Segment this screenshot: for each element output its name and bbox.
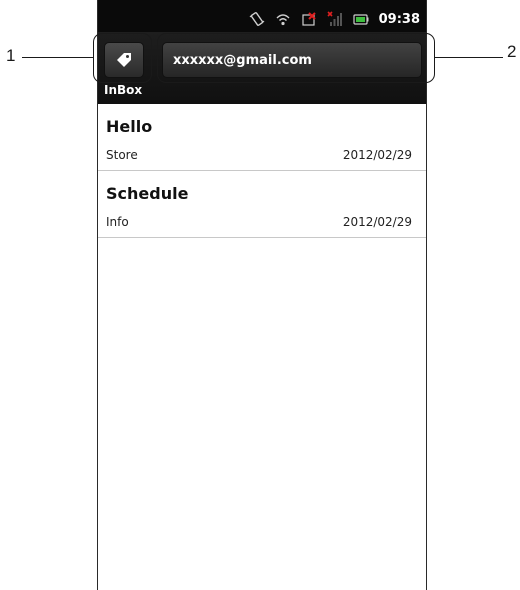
- callout-line-1: [22, 57, 93, 59]
- message-row[interactable]: Hello Store 2012/02/29: [98, 104, 426, 171]
- battery-icon: [353, 14, 369, 25]
- vibrate-icon: [249, 12, 265, 26]
- wifi-icon: [276, 14, 290, 26]
- message-date: 2012/02/29: [342, 215, 412, 229]
- callout-number-2: 2: [507, 42, 517, 61]
- clock: 09:38: [378, 11, 420, 27]
- folder-label: InBox: [104, 83, 143, 97]
- callout-number-1: 1: [6, 46, 16, 65]
- message-date: 2012/02/29: [342, 148, 412, 162]
- message-list: Hello Store 2012/02/29 Schedule Info 201…: [98, 104, 426, 238]
- callout-line-2: [435, 57, 503, 59]
- status-bar: 09:38: [98, 0, 426, 32]
- signal-off-icon: [327, 11, 342, 26]
- message-sender: Info: [106, 215, 129, 229]
- message-sender: Store: [106, 148, 138, 162]
- callout-box-1: [93, 33, 152, 83]
- message-subject: Schedule: [106, 184, 189, 203]
- phone-screen: 09:38 xxxxxx@gmail.com InBox Hello Store…: [97, 0, 427, 590]
- no-sim-icon: [302, 12, 316, 26]
- message-row[interactable]: Schedule Info 2012/02/29: [98, 171, 426, 238]
- callout-box-2: [157, 33, 435, 83]
- message-subject: Hello: [106, 117, 153, 136]
